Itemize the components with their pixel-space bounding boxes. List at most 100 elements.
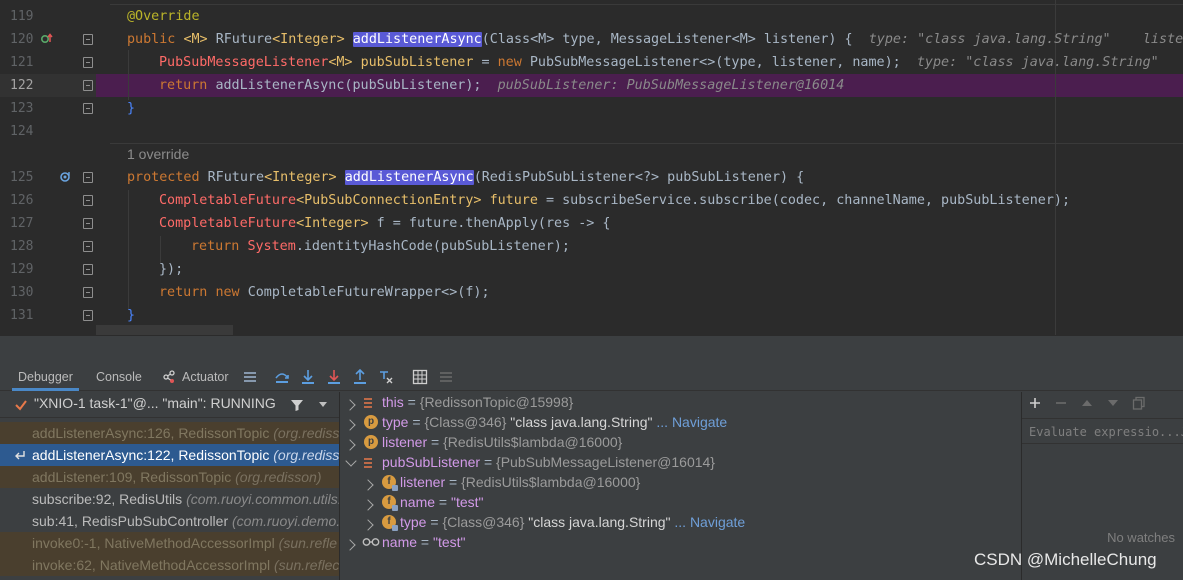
variable-string: "class java.lang.String" [506, 414, 653, 430]
line-number: 123 [10, 101, 34, 116]
variable-row[interactable]: type = {Class@346} "class java.lang.Stri… [400, 512, 745, 532]
expand-arrow-icon[interactable] [362, 499, 374, 511]
code-line-131[interactable]: } [127, 304, 1183, 327]
variables-panel: this = {RedissonTopic@15998} p type = {C… [341, 392, 1021, 580]
code-line-127[interactable]: CompletableFuture<Integer> f = future.th… [159, 212, 1183, 235]
variable-row[interactable]: name = "test" [400, 492, 484, 512]
tab-console[interactable]: Console [90, 363, 148, 391]
fold-marker[interactable] [83, 195, 93, 206]
variable-row[interactable]: listener = {RedisUtils$lambda@16000} [400, 472, 640, 492]
navigate-link[interactable]: ... Navigate [671, 514, 745, 530]
collapse-arrow-icon[interactable] [345, 455, 357, 467]
thread-selector[interactable]: "XNIO-1 task-1"@... "main": RUNNING [0, 392, 339, 418]
remove-icon[interactable] [1054, 396, 1068, 410]
move-down-icon[interactable] [1106, 396, 1120, 410]
step-over-icon[interactable] [274, 369, 290, 385]
line-number: 130 [10, 285, 34, 300]
variable-name: this [382, 394, 404, 410]
expand-arrow-icon[interactable] [362, 479, 374, 491]
fold-marker[interactable] [83, 172, 93, 183]
line-number: 121 [10, 55, 34, 70]
code-line-121[interactable]: PubSubMessageListener<M> pubSubListener … [159, 51, 1183, 74]
statement: .identityHashCode(pubSubListener); [295, 239, 570, 254]
implemented-method-icon[interactable] [59, 171, 71, 183]
override-usage-hint[interactable]: 1 override [127, 146, 189, 162]
stack-frame[interactable]: subscribe:92, RedisUtils (com.ruoyi.comm… [0, 488, 339, 510]
fold-marker[interactable] [83, 310, 93, 321]
expand-arrow-icon[interactable] [362, 519, 374, 531]
variable-eq: = [480, 454, 497, 470]
tab-debugger[interactable]: Debugger [12, 363, 79, 391]
run-to-cursor-icon[interactable] [378, 369, 394, 385]
code-line-125[interactable]: protected RFuture<Integer> addListenerAs… [127, 166, 1183, 189]
glasses-icon [362, 538, 380, 546]
line-number: 125 [10, 170, 34, 185]
filter-icon[interactable] [290, 398, 304, 412]
code-line-123[interactable]: } [127, 97, 1183, 120]
line-number: 122 [10, 78, 34, 93]
fold-marker[interactable] [83, 264, 93, 275]
navigate-link[interactable]: ... Navigate [653, 414, 727, 430]
expand-arrow-icon[interactable] [344, 439, 356, 451]
stack-frame[interactable]: invoke0:-1, NativeMethodAccessorImpl (su… [0, 532, 339, 554]
fold-marker[interactable] [83, 80, 93, 91]
code-line-128[interactable]: return System.identityHashCode(pubSubLis… [191, 235, 1183, 258]
stack-frame[interactable]: sub:41, RedisPubSubController (com.ruoyi… [0, 510, 339, 532]
variable-row[interactable]: type = {Class@346} "class java.lang.Stri… [382, 412, 727, 432]
editor-horizontal-scrollbar[interactable] [96, 325, 233, 335]
stack-frame[interactable]: addListenerAsync:126, RedissonTopic (org… [0, 422, 339, 444]
evaluate-expression-input[interactable]: Evaluate expressio...Ja [1022, 418, 1183, 444]
inline-value-hint: pubSubListener: PubSubMessageListener@16… [497, 78, 845, 93]
step-out-icon[interactable] [352, 369, 368, 385]
variable-row[interactable]: this = {RedissonTopic@15998} [382, 392, 573, 412]
type-param: <M> [328, 55, 353, 70]
code-line-119[interactable]: @Override [127, 5, 1183, 28]
fold-marker[interactable] [83, 218, 93, 229]
stack-frame[interactable]: addListener:109, RedissonTopic (org.redi… [0, 466, 339, 488]
expand-arrow-icon[interactable] [344, 399, 356, 411]
overrides-method-icon[interactable] [41, 33, 53, 45]
expand-arrow-icon[interactable] [344, 419, 356, 431]
variable-name: type [382, 414, 409, 430]
variable-row[interactable]: pubSubListener = {PubSubMessageListener@… [382, 452, 715, 472]
trace-icon[interactable] [438, 369, 454, 385]
code-line-126[interactable]: CompletableFuture<PubSubConnectionEntry>… [159, 189, 1183, 212]
operator: = [473, 55, 498, 70]
code-line-120[interactable]: public <M> RFuture<Integer> addListenerA… [127, 28, 1183, 51]
tab-actuator[interactable]: Actuator [176, 363, 235, 391]
copy-icon[interactable] [1132, 396, 1146, 410]
variable-row[interactable]: name = "test" [382, 532, 466, 552]
fold-marker[interactable] [83, 57, 93, 68]
variable-string: "test" [433, 534, 466, 550]
line-number: 119 [10, 9, 34, 24]
actuator-icon[interactable] [162, 370, 176, 384]
code-line-130[interactable]: return new CompletableFutureWrapper<>(f)… [159, 281, 1183, 304]
force-step-into-icon[interactable] [326, 369, 342, 385]
type-name: CompletableFuture [159, 193, 297, 208]
type-name: PubSubMessageListener [159, 55, 329, 70]
expand-arrow-icon[interactable] [344, 539, 356, 551]
code-line-129[interactable]: }); [159, 258, 1183, 281]
step-into-icon[interactable] [300, 369, 316, 385]
code-editor[interactable]: 119 120 121 122 123 124 125 126 127 128 … [0, 0, 1183, 335]
panel-splitter[interactable] [0, 335, 1183, 363]
variable-row[interactable]: listener = {RedisUtils$lambda@16000} [382, 432, 622, 452]
fold-marker[interactable] [83, 241, 93, 252]
fold-marker[interactable] [83, 287, 93, 298]
brace: } [127, 308, 136, 323]
add-icon[interactable] [1028, 396, 1042, 410]
field-lines-icon [364, 398, 372, 408]
fold-marker[interactable] [83, 103, 93, 114]
parameter-icon: p [364, 435, 378, 449]
stack-frame[interactable]: invoke:62, NativeMethodAccessorImpl (sun… [0, 554, 339, 576]
code-line-122[interactable]: return addListenerAsync(pubSubListener);… [159, 74, 1183, 97]
chevron-down-icon[interactable] [318, 401, 328, 409]
stack-frame-selected[interactable]: addListenerAsync:122, RedissonTopic (org… [0, 444, 339, 466]
evaluate-expression-icon[interactable] [412, 369, 428, 385]
variable-value: {PubSubMessageListener@16014} [496, 454, 715, 470]
code-vision-hint[interactable]: 1 override [127, 143, 1183, 166]
move-up-icon[interactable] [1080, 396, 1094, 410]
variable-eq: = [417, 534, 433, 550]
fold-marker[interactable] [83, 34, 93, 45]
menu-icon[interactable] [242, 369, 258, 385]
